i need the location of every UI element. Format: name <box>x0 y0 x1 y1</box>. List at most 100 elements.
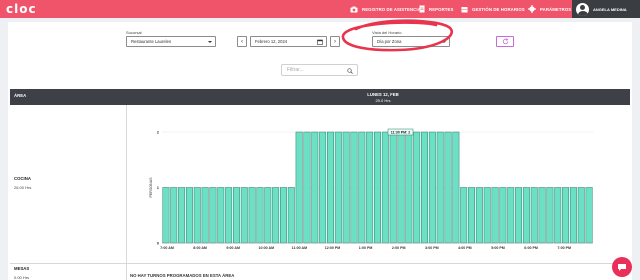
chevron-left-icon: ‹ <box>241 38 243 45</box>
avatar <box>576 2 589 16</box>
chart-bar <box>280 187 287 244</box>
chart-bar <box>264 187 272 244</box>
x-tick-label: 12:00 PM <box>325 246 341 250</box>
view-select[interactable]: Día por Zona <box>372 36 450 47</box>
area-hours-cocina: 26.00 Hrs <box>14 185 32 190</box>
nav-attendance[interactable]: REGISTRO DE ASISTENCIA <box>350 0 421 18</box>
chart-bar <box>303 131 311 244</box>
chart-bar <box>162 187 170 244</box>
chart-bar <box>358 131 366 244</box>
refresh-button[interactable] <box>496 36 514 47</box>
prev-day-button[interactable]: ‹ <box>237 36 247 47</box>
chart-bar <box>483 187 491 244</box>
chart-bar <box>546 187 554 244</box>
area-name-mesas: MESAS <box>14 266 30 271</box>
chart-bar <box>499 187 507 244</box>
chart-bar <box>232 187 240 244</box>
area-hours-mesas: 0.00 Hrs <box>14 275 30 280</box>
chart-bar <box>522 187 530 244</box>
chart-bar <box>170 187 178 244</box>
chart-bar <box>248 187 256 244</box>
nav-parameters-label: PARÁMETROS <box>540 6 572 12</box>
x-tick-label: 2:00 PM <box>392 246 406 250</box>
document-icon <box>419 5 425 13</box>
chart-bar <box>389 131 397 244</box>
chevron-down-icon <box>442 41 446 43</box>
next-day-button[interactable]: › <box>330 36 340 47</box>
search-placeholder: Filtrar... <box>287 67 304 73</box>
chart-bar <box>468 187 475 244</box>
nav-parameters[interactable]: PARÁMETROS <box>528 0 571 18</box>
chart-bar <box>217 187 225 244</box>
user-menu[interactable]: ANGELA MEDINA <box>572 0 640 18</box>
y-tick-label: 2 <box>157 130 160 135</box>
chart-bar <box>515 187 523 244</box>
chart-bar <box>538 187 546 244</box>
chart-bar <box>530 187 538 244</box>
chart-bar <box>193 187 201 244</box>
chart-bar <box>405 131 413 244</box>
x-tick-label: 7:00 AM <box>160 246 174 250</box>
app-logo[interactable]: cloc <box>6 2 37 16</box>
chart-bar <box>272 187 280 244</box>
chart-bar <box>295 131 303 244</box>
x-tick-label: 8:00 AM <box>193 246 207 250</box>
y-axis-label: PERSONAS <box>149 177 153 198</box>
nav-reports-label: REPORTES <box>429 6 454 12</box>
search-input[interactable]: Filtrar... <box>281 64 358 76</box>
chat-button[interactable] <box>612 257 632 277</box>
branch-select-value: Restaurante Laureles <box>131 39 172 44</box>
day-column-header: LUNES 12, FEB <box>367 92 399 97</box>
row-divider <box>10 263 630 264</box>
y-tick-label: 1 <box>157 185 160 190</box>
chart-bar <box>327 131 334 244</box>
branch-label: Sucursal <box>126 30 142 35</box>
search-icon <box>347 68 353 74</box>
day-total-hours: 25.0 Hrs <box>375 98 391 103</box>
chart-bar <box>256 187 264 244</box>
chart-bar <box>507 187 515 244</box>
x-tick-label: 5:00 PM <box>491 246 505 250</box>
nav-attendance-label: REGISTRO DE ASISTENCIA <box>362 6 421 12</box>
chart-bar <box>585 187 593 244</box>
area-column-header: ÁREA <box>14 93 27 98</box>
chevron-down-icon <box>208 41 212 43</box>
chart-bar <box>554 187 562 244</box>
chart-bar <box>319 131 327 244</box>
date-value: Febrero 12, 2024 <box>255 39 288 44</box>
gear-icon <box>528 5 536 13</box>
chart-bar <box>374 131 381 244</box>
chart-bar <box>366 131 374 244</box>
x-tick-label: 4:00 PM <box>458 246 472 250</box>
chart-bar <box>185 187 193 244</box>
x-tick-label: 10:00 AM <box>258 246 274 250</box>
date-picker[interactable]: Febrero 12, 2024 <box>250 36 327 47</box>
chart-bar <box>178 187 186 244</box>
x-tick-label: 9:00 AM <box>226 246 240 250</box>
nav-reports[interactable]: REPORTES <box>419 0 453 18</box>
branch-select[interactable]: Restaurante Laureles <box>126 36 216 47</box>
chart-bar <box>397 131 405 244</box>
chart-tooltip-text: 11:30 PM: 2 <box>391 130 411 134</box>
chevron-right-icon: › <box>334 38 336 45</box>
chart-bar <box>209 187 217 244</box>
x-tick-label: 11:00 AM <box>292 246 307 250</box>
staffing-bar-chart: 0 1 2 PERSONAS 7:00 AM 8:00 AM 9:00 AM 10:00 AM… <box>149 128 593 250</box>
nav-schedules[interactable]: GESTIÓN DE HORARIOS <box>461 0 525 18</box>
calendar-icon <box>461 6 468 12</box>
chart-bar <box>381 131 389 244</box>
chart-bar <box>562 187 570 244</box>
chart-bar <box>475 187 483 244</box>
empty-area-message: NO HAY TURNOS PROGRAMADOS EN ESTA ÁREA <box>130 273 235 278</box>
chart-bar <box>444 131 452 244</box>
chat-icon <box>618 263 626 271</box>
chart-bar <box>413 131 421 244</box>
chart-bar <box>225 187 233 244</box>
chart-bar <box>350 131 358 244</box>
x-tick-label: 7:00 PM <box>557 246 571 250</box>
x-tick-label: 1:00 PM <box>359 246 373 250</box>
chart-bar <box>240 187 248 244</box>
chart-bar <box>452 131 460 244</box>
y-tick-label: 0 <box>157 241 160 246</box>
table-header: ÁREA LUNES 12, FEB 25.0 Hrs <box>10 89 630 105</box>
